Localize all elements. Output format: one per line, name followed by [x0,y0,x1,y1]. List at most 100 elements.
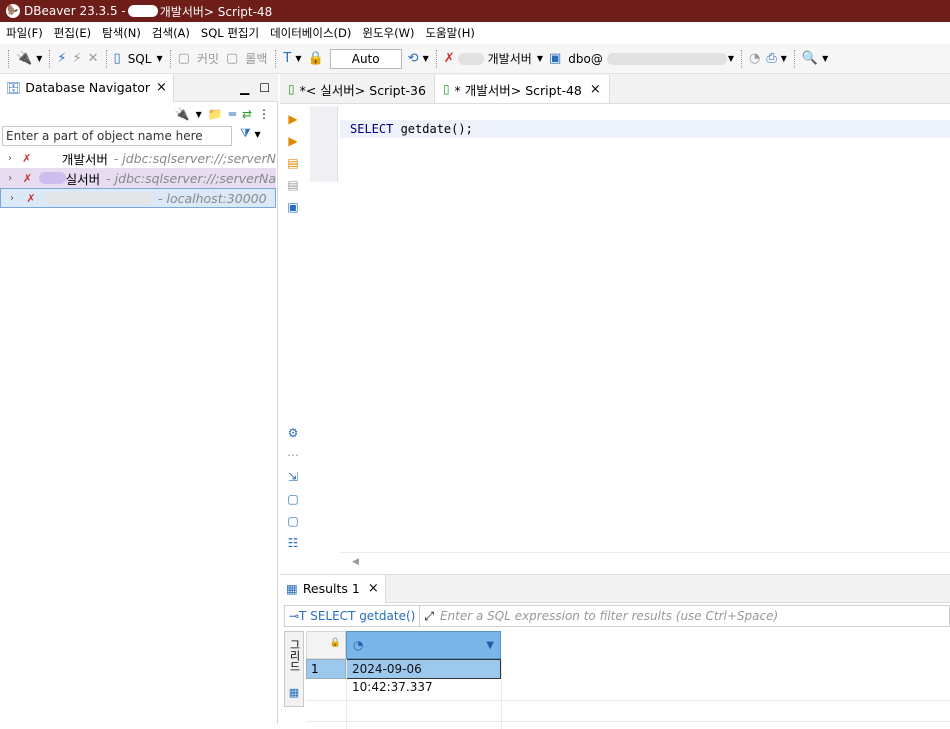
editor-tab-bar: ▯ *< 실서버> Script-36 ▯ * 개발서버> Script-48 … [280,74,950,104]
menu-navigate[interactable]: 탐색(N) [102,25,141,41]
menu-database[interactable]: 데이터베이스(D) [270,25,351,41]
menu-sql-editor[interactable]: SQL 편집기 [201,25,259,41]
tab-results-1[interactable]: ▦ Results 1 × [280,574,386,603]
sql-script-icon: ▯ [288,82,295,96]
rollback-icon[interactable]: ▢ [226,51,238,66]
explain-plan-icon[interactable]: ▤ [287,174,298,196]
toolbar-separator [435,49,437,68]
link-editor-icon[interactable]: ⇄ [242,107,252,121]
export-icon[interactable]: ⇲ [288,466,298,488]
maximize-icon[interactable]: ☐ [259,81,270,95]
transaction-mode-field[interactable]: Auto [329,48,402,69]
execute-statement-icon[interactable]: ▶ [288,108,297,130]
chevron-right-icon[interactable]: › [5,173,16,184]
commit-icon[interactable]: ▢ [178,51,190,66]
menu-bar: 파일(F) 편집(E) 탐색(N) 검색(A) SQL 편집기 데이터베이스(D… [0,22,950,44]
new-connection-icon[interactable]: 🔌 [175,107,190,121]
navigator-filter-input[interactable]: Enter a part of object name here [2,126,232,146]
menu-search[interactable]: 검색(A) [152,25,190,41]
menu-help[interactable]: 도움말(H) [425,25,474,41]
row-number-header: 🔒 [306,631,346,659]
chevron-down-icon[interactable]: ▼ [423,54,429,63]
active-schema[interactable]: dbo@ [568,52,603,66]
connection-name: 개발서버 [61,151,108,167]
chevron-down-icon[interactable]: ▼ [295,54,301,63]
chevron-down-icon[interactable]: ▼ [486,640,494,651]
sql-editor-icon[interactable]: ▯ [114,51,121,66]
chevron-down-icon[interactable]: ▼ [822,54,828,63]
connection-url: - localhost:30000 [158,190,267,206]
results-tab-bar: ▦ Results 1 × [280,574,950,603]
more-options-icon[interactable]: ⋮ [258,107,270,121]
connection-url: - jdbc:sqlserver://;serverNa [106,170,276,186]
grid-icon: ▦ [288,686,300,699]
new-connection-icon[interactable]: 🔌 [16,51,32,66]
tab-label: * 개발서버> Script-48 [454,82,582,98]
tree-item-connection[interactable]: › ✗ 실서버 - jdbc:sqlserver://;serverNa [0,168,276,188]
column-header[interactable]: ◔ ▼ [346,631,501,659]
toolbar-separator [105,49,107,68]
chevron-right-icon[interactable]: › [6,193,18,204]
close-icon[interactable]: × [368,581,379,596]
more-icon[interactable]: ⋯ [287,444,299,466]
format-icon[interactable]: ▢ [287,510,298,532]
sql-button[interactable]: SQL [128,52,152,66]
tab-database-navigator[interactable]: 🗄 Database Navigator × [0,73,174,102]
load-file-icon[interactable]: ▢ [287,488,298,510]
tree-item-connection[interactable]: › ✗ 개발서버 - jdbc:sqlserver://;serverN [0,148,276,168]
lock-icon[interactable]: 🔒 [307,51,323,66]
menu-file[interactable]: 파일(F) [6,25,43,41]
navigator-tab-bar: 🗄 Database Navigator × ▁ ☐ [0,73,278,102]
close-icon[interactable]: × [156,80,167,95]
chevron-down-icon[interactable]: ▼ [196,110,202,119]
close-icon[interactable]: × [590,82,601,97]
print-icon[interactable]: ⎙ [766,51,776,66]
execute-in-new-tab-icon[interactable]: ▶ [288,130,297,152]
rollback-button[interactable]: 롤백 [245,50,267,67]
expand-icon[interactable]: ⤢ [424,609,434,624]
chevron-down-icon[interactable]: ▼ [781,54,787,63]
collapse-all-icon[interactable]: ═ [229,107,236,121]
toolbar-separator [169,49,171,68]
schema-icon[interactable]: ▣ [549,51,561,66]
tree-item-connection[interactable]: › ✗ - localhost:30000 [0,188,276,208]
datasource-icon[interactable]: ✗ [444,51,455,66]
query-label[interactable]: ⊸T SELECT getdate() [285,606,421,626]
dashboard-icon[interactable]: ◔ [749,51,760,66]
filter-icon[interactable]: ⧩ ▼ [240,126,261,141]
commit-button[interactable]: 커밋 [197,50,219,67]
tab-script-48[interactable]: ▯ * 개발서버> Script-48 × [434,75,610,103]
chevron-down-icon[interactable]: ▼ [156,54,162,63]
menu-window[interactable]: 윈도우(W) [362,25,414,41]
chevron-down-icon[interactable]: ▼ [36,54,42,63]
invalidate-icon[interactable]: ✕ [88,51,99,66]
editor-side-toolbar: ▶ ▶ ▤ ▤ ▣ ⚙ ⋯ ⇲ ▢ ▢ ☷ [282,108,304,554]
history-icon[interactable]: ⟲ [408,51,419,66]
result-cell[interactable]: 2024-09-06 10:42:37.337 [346,659,501,694]
chevron-down-icon[interactable]: ▼ [728,54,734,63]
new-folder-icon[interactable]: 📁 [208,107,223,121]
outline-icon[interactable]: ☷ [288,532,299,554]
toolbar-separator [793,49,795,68]
tab-script-36[interactable]: ▯ *< 실서버> Script-36 [280,75,435,103]
results-filter-input[interactable]: Enter a SQL expression to filter results… [440,609,778,623]
execute-script-icon[interactable]: ▤ [287,152,298,174]
sql-code-line[interactable]: SELECT getdate(); [340,120,950,138]
terminal-icon[interactable]: ▣ [287,196,298,218]
minimize-icon[interactable]: ▁ [240,81,249,95]
redacted-region [127,5,158,17]
chevron-down-icon[interactable]: ▼ [537,54,543,63]
row-number[interactable]: 1 [306,659,346,679]
search-icon[interactable]: 🔍 [802,51,818,66]
horizontal-scrollbar[interactable]: ◀ [340,552,950,570]
chevron-right-icon[interactable]: › [5,153,15,164]
sql-script-icon: ▯ [442,82,450,96]
disconnect-icon[interactable]: ⚡ [72,51,81,66]
transaction-mode-icon[interactable]: T [283,51,291,66]
toolbar-separator [741,49,742,68]
connect-icon[interactable]: ⚡ [57,51,66,66]
active-datasource[interactable]: 개발서버 [488,50,532,67]
grid-mode-switch[interactable]: 그리드 ▦ [284,631,304,707]
menu-edit[interactable]: 편집(E) [54,25,91,41]
settings-gear-icon[interactable]: ⚙ [288,422,299,444]
